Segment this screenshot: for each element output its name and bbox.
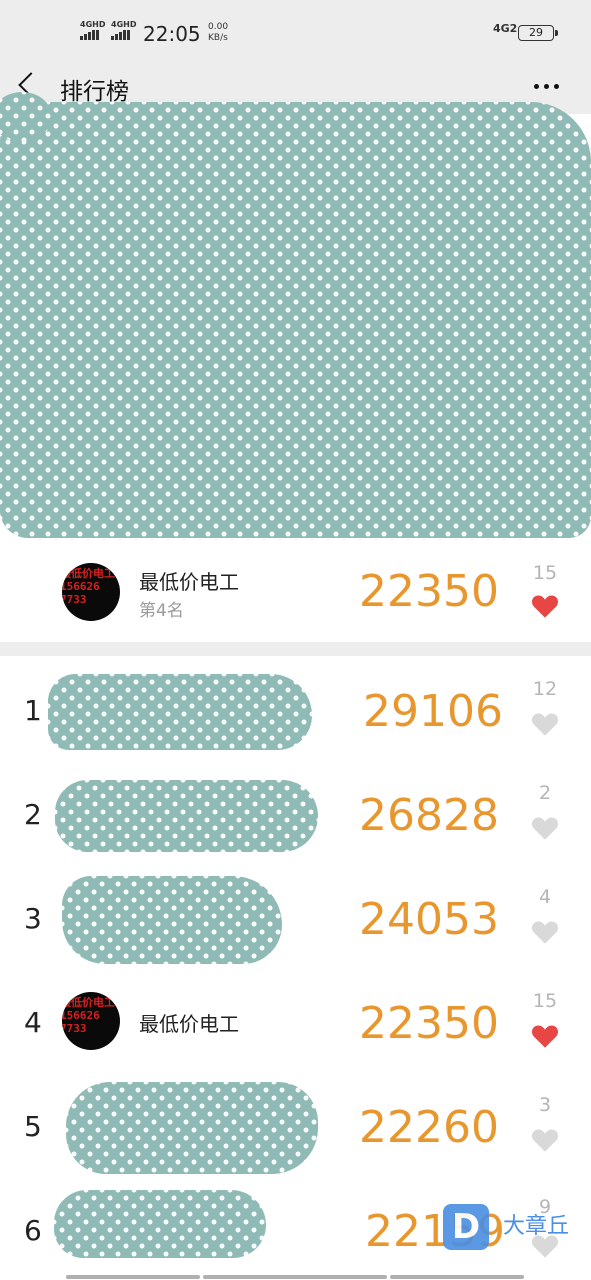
speed-value: 0.00 bbox=[208, 22, 229, 32]
rank-number: 1 bbox=[24, 694, 42, 727]
redacted-user bbox=[54, 1190, 266, 1258]
ranking-row-2[interactable]: 2 26828 2 bbox=[0, 760, 591, 865]
avatar[interactable]: 最低价电工 156626 7733 bbox=[62, 992, 120, 1050]
redacted-banner bbox=[0, 102, 591, 538]
watermark-text: 大章丘 bbox=[503, 1214, 570, 1239]
likes-count: 15 bbox=[532, 990, 558, 1012]
more-icon[interactable] bbox=[532, 84, 562, 92]
heart-icon[interactable] bbox=[531, 711, 559, 737]
home-indicator-segment bbox=[66, 1275, 200, 1279]
heart-icon[interactable] bbox=[531, 815, 559, 841]
status-bar: 4GHD 4GHD 22:05 0.00 KB/s 4G2 29 bbox=[0, 0, 591, 64]
heart-icon[interactable] bbox=[531, 1127, 559, 1153]
page-title: 排行榜 bbox=[60, 79, 129, 105]
likes-count: 2 bbox=[538, 782, 552, 804]
home-indicator-segment bbox=[390, 1275, 524, 1279]
redacted-user bbox=[66, 1082, 318, 1174]
avatar-text-2: 156626 bbox=[62, 580, 100, 593]
avatar-text-3: 7733 bbox=[62, 593, 87, 606]
my-rank-label: 第4名 bbox=[139, 601, 184, 621]
watermark-logo: D bbox=[443, 1204, 489, 1250]
likes-count: 3 bbox=[538, 1094, 552, 1116]
redacted-user bbox=[62, 876, 282, 964]
score: 24053 bbox=[359, 894, 499, 945]
my-likes-count: 15 bbox=[532, 562, 558, 584]
redacted-user bbox=[48, 674, 312, 750]
signal-2-label: 4GHD bbox=[111, 20, 137, 29]
rank-number: 2 bbox=[24, 798, 42, 831]
avatar-text-1: 最低价电工 bbox=[62, 996, 115, 1009]
ranking-row-4[interactable]: 4 最低价电工 156626 7733 最低价电工 22350 15 bbox=[0, 968, 591, 1073]
rank-number: 5 bbox=[24, 1110, 42, 1143]
avatar-text-1: 最低价电工 bbox=[62, 567, 115, 580]
clock: 22:05 bbox=[143, 22, 201, 46]
avatar-text-3: 7733 bbox=[62, 1022, 87, 1035]
network-speed: 0.00 KB/s bbox=[208, 22, 228, 44]
ranking-row-3[interactable]: 3 24053 4 bbox=[0, 864, 591, 969]
score: 29106 bbox=[363, 686, 503, 737]
rank-number: 3 bbox=[24, 902, 42, 935]
ranking-row-1[interactable]: 1 29106 12 bbox=[0, 656, 591, 761]
signal-2-icon: 4GHD bbox=[111, 20, 136, 40]
my-score: 22350 bbox=[359, 566, 499, 617]
rank-number: 4 bbox=[24, 1006, 42, 1039]
likes-count: 4 bbox=[538, 886, 552, 908]
rank-number: 6 bbox=[24, 1214, 42, 1247]
my-name: 最低价电工 bbox=[139, 570, 239, 594]
ranking-row-5[interactable]: 5 22260 3 bbox=[0, 1072, 591, 1177]
score: 22350 bbox=[359, 998, 499, 1049]
score: 26828 bbox=[359, 790, 499, 841]
my-avatar[interactable]: 最低价电工 156626 7733 bbox=[62, 563, 120, 621]
signal-1-label: 4GHD bbox=[80, 20, 106, 29]
my-rank-card: 最低价电工 156626 7733 最低价电工 第4名 22350 15 bbox=[0, 538, 591, 642]
likes-count: 12 bbox=[532, 678, 558, 700]
user-name: 最低价电工 bbox=[139, 1012, 239, 1036]
network-type: 4G2 bbox=[493, 22, 518, 35]
my-heart-icon[interactable] bbox=[531, 593, 559, 619]
avatar-text-2: 156626 bbox=[62, 1009, 100, 1022]
battery-icon: 29 bbox=[518, 25, 558, 41]
signal-1-icon: 4GHD bbox=[80, 20, 105, 40]
redacted-user bbox=[55, 780, 318, 852]
heart-icon[interactable] bbox=[531, 919, 559, 945]
score: 22260 bbox=[359, 1102, 499, 1153]
home-indicator-segment bbox=[203, 1275, 387, 1279]
section-divider bbox=[0, 642, 591, 656]
heart-icon[interactable] bbox=[531, 1023, 559, 1049]
speed-unit: KB/s bbox=[208, 33, 228, 43]
